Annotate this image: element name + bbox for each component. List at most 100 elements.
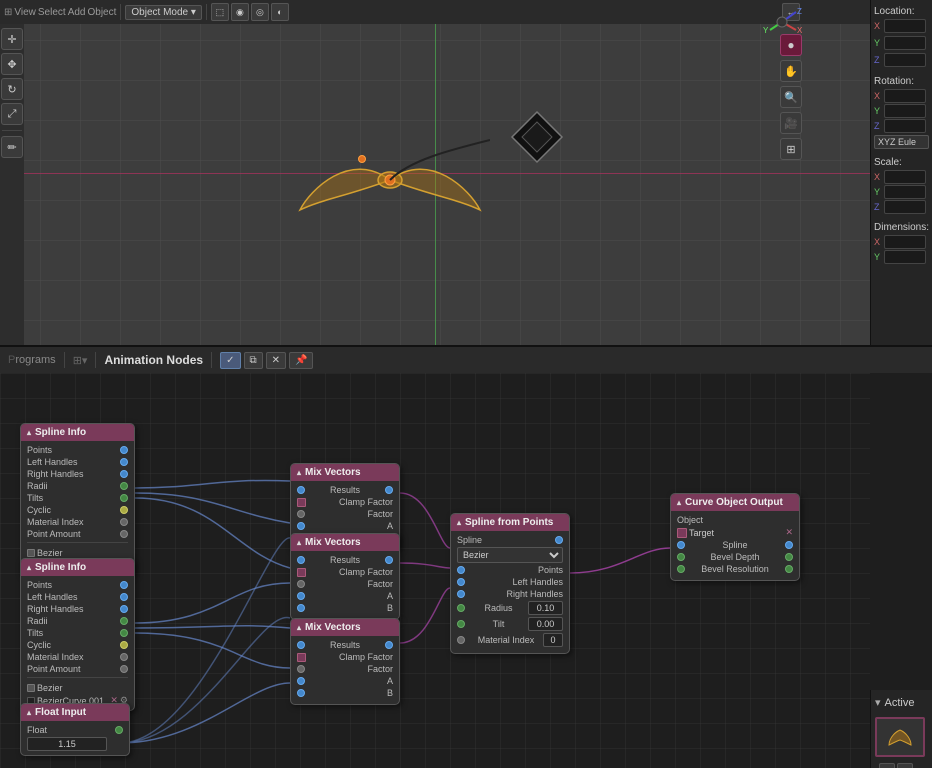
rotation-mode-dropdown[interactable]: XYZ Eule — [874, 135, 929, 149]
rotation-label: Rotation: — [874, 74, 929, 89]
si2-left-handles-row: Left Handles — [27, 592, 128, 602]
sfp-spline-row: Spline — [457, 535, 563, 545]
mv2-clamp-checkbox[interactable] — [297, 568, 306, 577]
float-input-node[interactable]: ▴ Float Input Float 1.15 — [20, 703, 130, 756]
point-amount-row: Point Amount — [27, 529, 128, 539]
active-object-preview[interactable] — [875, 717, 925, 757]
select-menu[interactable]: Select — [38, 7, 66, 18]
spline-info-2-collapse[interactable]: ▴ — [27, 563, 31, 572]
editor-type-icon: ⊞ — [4, 7, 12, 18]
radii-socket — [120, 482, 128, 490]
mix-vec-1-collapse[interactable]: ▴ — [297, 468, 301, 477]
spline-info-node-1[interactable]: ▴ Spline Info Points Left Handles Right … — [20, 423, 135, 576]
sfp-radius-input[interactable]: 0.10 — [528, 601, 563, 615]
material-btn[interactable]: ◎ — [251, 3, 269, 21]
wireframe-btn[interactable]: ⬚ — [211, 3, 229, 21]
dim-x-label: X — [874, 237, 882, 247]
active-icon-1[interactable]: ● — [879, 763, 895, 768]
scale-y-input[interactable] — [884, 185, 926, 199]
check-btn[interactable]: ✓ — [220, 352, 240, 369]
scale-tool[interactable]: ⤢ — [1, 103, 23, 125]
mix-vectors-node-2[interactable]: ▴ Mix Vectors Results Clamp Factor — [290, 533, 400, 620]
mv1-clamp-checkbox[interactable] — [297, 498, 306, 507]
copy-btn[interactable]: ⧉ — [244, 352, 263, 369]
svg-text:Z: Z — [797, 7, 802, 16]
curve-object-output-node[interactable]: ▴ Curve Object Output Object Target ✕ — [670, 493, 800, 581]
loc-x-row: X — [874, 19, 929, 33]
si2-point-amount-socket — [120, 665, 128, 673]
sfp-bezier-dropdown[interactable]: Bezier — [457, 547, 563, 563]
active-icon-row: ● ◎ ◉ — [875, 761, 928, 768]
viewport-3d[interactable]: ⊞ View Select Add Object Object Mode ▾ ⬚… — [0, 0, 870, 345]
scale-z-input[interactable] — [884, 200, 926, 214]
sfp-left-handles-row: Left Handles — [457, 577, 563, 587]
spline-from-points-node[interactable]: ▴ Spline from Points Spline Bezier — [450, 513, 570, 654]
sfp-collapse[interactable]: ▴ — [457, 518, 461, 527]
fi-collapse[interactable]: ▴ — [27, 708, 31, 717]
view-menu[interactable]: View — [14, 7, 36, 18]
mix-vec-2-collapse[interactable]: ▴ — [297, 538, 301, 547]
pin-btn[interactable]: 📌 — [289, 352, 313, 369]
viewport-header: ⊞ View Select Add Object Object Mode ▾ ⬚… — [0, 0, 870, 24]
dim-y-input[interactable] — [884, 250, 926, 264]
mv3-clamp-checkbox[interactable] — [297, 653, 306, 662]
spline-info-node-2[interactable]: ▴ Spline Info Points Left Handles Right … — [20, 558, 135, 711]
scale-label: Scale: — [874, 155, 929, 170]
loc-y-input[interactable] — [884, 36, 926, 50]
close-btn[interactable]: ✕ — [266, 352, 286, 369]
mv2-clamp-row: Clamp Factor — [297, 567, 393, 577]
mix-vectors-node-3[interactable]: ▴ Mix Vectors Results Clamp Factor — [290, 618, 400, 705]
add-menu[interactable]: Add — [68, 7, 86, 18]
mat-index-row: Material Index — [27, 517, 128, 527]
loc-x-input[interactable] — [884, 19, 926, 33]
scale-x-input[interactable] — [884, 170, 926, 184]
sfp-mat-input[interactable]: 0 — [543, 633, 563, 647]
active-icon-2[interactable]: ◎ — [897, 763, 913, 768]
mix-vec-3-collapse[interactable]: ▴ — [297, 623, 301, 632]
move-tool[interactable]: ✥ — [1, 53, 23, 75]
toolbar-sep — [2, 130, 22, 131]
mv3-results-in-socket — [297, 641, 305, 649]
zoom-btn[interactable]: 🔍 — [780, 86, 802, 108]
rendered-btn[interactable]: ◐ — [271, 3, 289, 21]
mode-dropdown[interactable]: Object Mode ▾ — [125, 5, 202, 20]
rot-y-input[interactable] — [884, 104, 926, 118]
annotate-tool[interactable]: ✏ — [1, 136, 23, 158]
points-row: Points — [27, 445, 128, 455]
coo-target-x[interactable]: ✕ — [785, 527, 793, 538]
points-socket — [120, 446, 128, 454]
solid-btn[interactable]: ◉ — [231, 3, 249, 21]
rot-z-input[interactable] — [884, 119, 926, 133]
coo-collapse[interactable]: ▴ — [677, 498, 681, 507]
dim-x-input[interactable] — [884, 235, 926, 249]
sfp-tilt-input[interactable]: 0.00 — [528, 617, 563, 631]
object-menu[interactable]: Object — [87, 7, 116, 18]
sfp-spline-socket — [555, 536, 563, 544]
si2-cyclic-socket — [120, 641, 128, 649]
loc-z-input[interactable] — [884, 53, 926, 67]
grid-view-btn[interactable]: ⊞ — [780, 138, 802, 160]
mv1-results-out-socket — [385, 486, 393, 494]
camera-view-btn[interactable]: 🎥 — [780, 112, 802, 134]
mv3-b-row: B — [297, 688, 393, 698]
sfp-mat-socket — [457, 636, 465, 644]
pivot-dot — [358, 155, 366, 163]
mv3-clamp-row: Clamp Factor — [297, 652, 393, 662]
cursor-tool[interactable]: ✛ — [1, 28, 23, 50]
hand-btn[interactable]: ✋ — [780, 60, 802, 82]
node-editor[interactable]: Programs ⊞▾ Animation Nodes ✓ ⧉ ✕ 📌 — [0, 345, 932, 768]
z-label: Z — [874, 55, 882, 65]
node-canvas[interactable]: ▴ Spline Info Points Left Handles Right … — [0, 373, 870, 768]
rot-x-input[interactable] — [884, 89, 926, 103]
sfp-left-handles-socket — [457, 578, 465, 586]
coo-bevel-res-out-socket — [785, 565, 793, 573]
spline-info-1-collapse[interactable]: ▴ — [27, 428, 31, 437]
spline-info-1-body: Points Left Handles Right Handles Radii — [21, 441, 134, 575]
mv2-b-row: B — [297, 603, 393, 613]
mv1-a-socket — [297, 522, 305, 530]
header-sep-3 — [211, 352, 212, 368]
editor-type-icon[interactable]: ⊞▾ — [73, 354, 88, 367]
fi-value-input[interactable]: 1.15 — [27, 737, 107, 751]
coo-bevel-depth-row: Bevel Depth — [677, 552, 793, 562]
rotate-tool[interactable]: ↻ — [1, 78, 23, 100]
